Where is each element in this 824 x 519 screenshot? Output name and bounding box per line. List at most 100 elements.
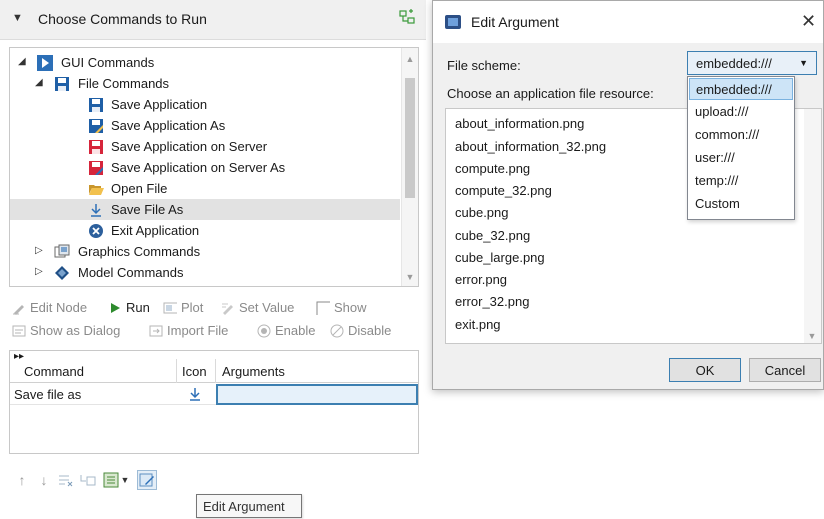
scheme-option-user[interactable]: user:/// [689, 147, 793, 169]
list-item[interactable]: compute.png [455, 161, 530, 176]
play-icon [37, 55, 53, 71]
list-item[interactable]: cube_32.png [455, 228, 530, 243]
tree-node-save-application[interactable]: Save Application [10, 94, 400, 115]
tree-node-label: GUI Commands [61, 55, 155, 70]
save-server-icon [88, 139, 104, 155]
run-button[interactable]: Run [108, 300, 150, 315]
import-file-button[interactable]: Import File [149, 323, 228, 338]
list-item[interactable]: about_information.png [455, 116, 584, 131]
arguments-cell[interactable] [216, 384, 418, 405]
enable-label: Enable [275, 323, 316, 338]
download-arrow-icon[interactable] [188, 386, 202, 405]
edit-argument-button[interactable] [137, 470, 157, 490]
close-icon[interactable]: ✕ [801, 11, 816, 32]
add-command-dropdown[interactable]: ▼ [100, 470, 132, 490]
collapsed-arrow-icon[interactable]: ▷ [35, 245, 43, 256]
scheme-option-common[interactable]: common:/// [689, 124, 793, 146]
scroll-down-arrow-icon[interactable]: ▼ [804, 331, 820, 341]
set-value-button[interactable]: Set Value [221, 300, 294, 315]
show-as-dialog-label: Show as Dialog [30, 323, 121, 338]
chevron-down-icon[interactable]: ▼ [799, 58, 808, 68]
column-header-arguments[interactable]: Arguments [222, 364, 285, 379]
expanded-arrow-icon[interactable]: ◢ [35, 77, 43, 88]
disable-button[interactable]: Disable [330, 323, 391, 338]
table-toolbar: ↑ ↓ ▼ [12, 470, 232, 494]
command-tree[interactable]: ◢ GUI Commands ◢ File Commands Save Appl… [9, 47, 419, 287]
collapsed-arrow-icon[interactable]: ▷ [35, 266, 43, 277]
save-icon [88, 97, 104, 113]
tree-node-exit-application[interactable]: Exit Application [10, 220, 400, 241]
tree-node-save-file-as[interactable]: Save File As [10, 199, 400, 220]
expand-columns-icon[interactable]: ▸▸ [14, 351, 24, 362]
tree-node-open-file[interactable]: Open File [10, 178, 400, 199]
resource-label: Choose an application file resource: [447, 86, 654, 101]
tree-node-label: Graphics Commands [78, 244, 201, 259]
scheme-option-temp[interactable]: temp:/// [689, 170, 793, 192]
save-as-icon [88, 118, 104, 134]
tree-scrollbar[interactable]: ▲ ▼ [401, 48, 418, 286]
command-cell[interactable]: Save file as [14, 387, 81, 402]
scroll-thumb[interactable] [405, 78, 415, 198]
scheme-option-upload[interactable]: upload:/// [689, 101, 793, 123]
column-divider[interactable] [176, 359, 177, 383]
model-icon [54, 265, 70, 281]
move-up-icon[interactable]: ↑ [12, 470, 32, 490]
tree-node-save-application-on-server[interactable]: Save Application on Server [10, 136, 400, 157]
list-item[interactable]: exit.png [455, 317, 501, 332]
tree-node-label: File Commands [78, 76, 170, 91]
list-item[interactable]: cube.png [455, 205, 509, 220]
plot-button[interactable]: Plot [163, 300, 203, 315]
file-scheme-select[interactable]: embedded:/// ▼ [687, 51, 817, 75]
edit-node-label: Edit Node [30, 300, 88, 315]
tree-settings-icon[interactable] [398, 9, 416, 30]
tree-node-graphics-commands[interactable]: ▷ Graphics Commands [10, 241, 400, 262]
file-list-scrollbar[interactable]: ▼ [804, 109, 821, 343]
dialog-title: Edit Argument [471, 14, 559, 30]
import-file-label: Import File [167, 323, 229, 338]
show-button[interactable]: Show [316, 300, 367, 315]
collapse-chevron-icon[interactable]: ▼ [12, 12, 23, 24]
file-scheme-value: embedded:/// [696, 55, 772, 71]
delete-rows-icon[interactable] [56, 470, 76, 490]
save-server-as-icon [88, 160, 104, 176]
scheme-option-custom[interactable]: Custom [689, 193, 793, 215]
move-down-icon[interactable]: ↓ [34, 470, 54, 490]
enable-button[interactable]: Enable [257, 323, 315, 338]
list-item[interactable]: compute_32.png [455, 183, 552, 198]
tree-node-label: Save Application on Server As [111, 160, 286, 175]
dialog-titlebar[interactable]: Edit Argument ✕ [433, 1, 823, 43]
tree-node-file-commands[interactable]: ◢ File Commands [10, 73, 400, 94]
expanded-arrow-icon[interactable]: ◢ [18, 56, 26, 67]
edit-node-button[interactable]: Edit Node [12, 300, 87, 315]
cancel-button[interactable]: Cancel [749, 358, 821, 382]
panel-header[interactable]: ▼ Choose Commands to Run [0, 0, 426, 40]
column-header-icon[interactable]: Icon [182, 364, 207, 379]
scroll-down-arrow-icon[interactable]: ▼ [402, 272, 418, 282]
column-divider[interactable] [215, 359, 216, 383]
scheme-option-embedded[interactable]: embedded:/// [689, 78, 793, 100]
list-item[interactable]: cube_large.png [455, 250, 545, 265]
show-label: Show [334, 300, 367, 315]
tree-node-label: Save Application [111, 97, 208, 112]
tree-node-save-application-as[interactable]: Save Application As [10, 115, 400, 136]
folder-open-icon [88, 181, 104, 197]
tree-node-gui-commands[interactable]: ◢ GUI Commands [10, 52, 400, 73]
insert-row-icon[interactable] [78, 470, 98, 490]
save-icon [54, 76, 70, 92]
scroll-up-arrow-icon[interactable]: ▲ [402, 54, 418, 64]
list-item[interactable]: error_32.png [455, 294, 529, 309]
panel-title: Choose Commands to Run [38, 11, 207, 27]
table-row[interactable]: Save file as [10, 384, 418, 405]
list-item[interactable]: about_information_32.png [455, 139, 606, 154]
show-as-dialog-button[interactable]: Show as Dialog [12, 323, 120, 338]
tree-node-save-application-on-server-as[interactable]: Save Application on Server As [10, 157, 400, 178]
chevron-down-icon[interactable]: ▼ [121, 475, 130, 485]
column-header-command[interactable]: Command [24, 364, 84, 379]
set-value-label: Set Value [239, 300, 295, 315]
tree-node-label: Exit Application [111, 223, 200, 238]
tree-node-model-commands[interactable]: ▷ Model Commands [10, 262, 400, 283]
edit-argument-tooltip: Edit Argument [196, 494, 302, 518]
list-item[interactable]: error.png [455, 272, 507, 287]
plot-label: Plot [181, 300, 204, 315]
ok-button[interactable]: OK [669, 358, 741, 382]
